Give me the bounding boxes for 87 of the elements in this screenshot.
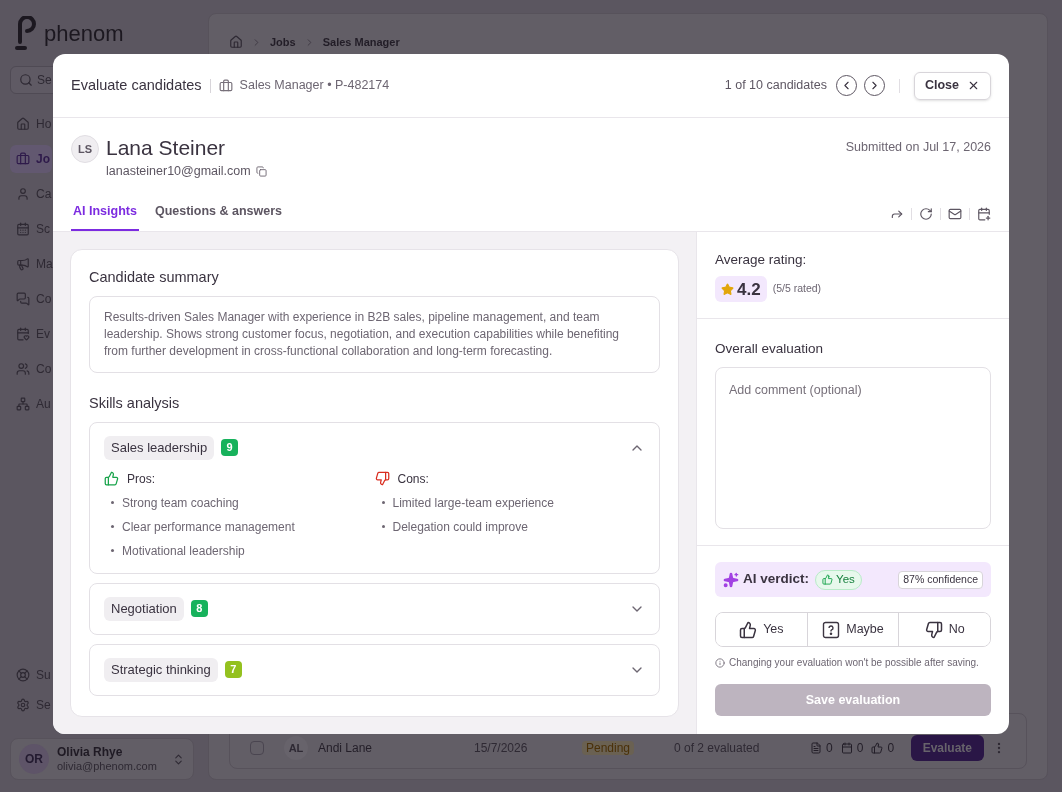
megaphone-icon (16, 257, 30, 271)
list-item: Motivational leadership (122, 542, 245, 560)
section-title: Skills analysis (89, 393, 181, 413)
network-icon (16, 397, 30, 411)
bullet-icon (111, 501, 114, 504)
count-text: 0 (826, 740, 833, 757)
thumbs-up-icon (739, 620, 758, 639)
refresh-icon[interactable] (919, 207, 933, 221)
count-text: 0 (887, 740, 895, 757)
skill-tag: Sales leadership (104, 435, 215, 460)
section-title: Candidate summary (89, 268, 220, 287)
calendar-plus-icon[interactable] (977, 207, 991, 221)
calendar-heart-icon (16, 327, 30, 341)
tab[interactable]: Questions & answers (152, 202, 285, 231)
thumbs-up-icon (871, 742, 884, 754)
verdict-option[interactable]: No (898, 613, 990, 646)
list-item: Strong team coaching (122, 494, 239, 512)
ai-verdict-label: AI verdict: (743, 570, 810, 589)
close-icon (967, 79, 980, 92)
bullet-icon (381, 501, 385, 504)
score-badge: 8 (190, 600, 208, 617)
breadcrumb-link[interactable]: Sales Manager (322, 34, 400, 51)
candidate-counter: 1 of 10 candidates (724, 77, 827, 95)
cons-label: Cons: (397, 470, 429, 488)
calendar-icon (840, 742, 853, 754)
section-title: Overall evaluation (715, 340, 825, 358)
chevron-icon (251, 36, 262, 48)
copy-icon[interactable] (255, 165, 267, 177)
chat-icon (16, 292, 30, 306)
rated-note: (5/5 rated) (772, 281, 822, 297)
user-avatar: OR (19, 744, 49, 774)
list-item: Delegation could improve (392, 518, 528, 536)
confidence-tag: 87% confidence (898, 570, 983, 589)
forward-icon[interactable] (890, 207, 904, 221)
settings-icon (16, 698, 30, 712)
nav-item[interactable]: Jo (10, 145, 52, 173)
close-button[interactable]: Close (913, 71, 991, 100)
count-text: 0 (856, 740, 864, 757)
mail-icon[interactable] (948, 207, 962, 221)
briefcase-icon (218, 78, 233, 93)
summary-text: Results-driven Sales Manager with experience in B2B sales, pipeline management, and team leadership. Shows strong customer focus, negotiation, and execution capabilities while benefiting from further development in cross-functional collaboration and long-term forecasting. (89, 295, 660, 373)
lifebuoy-icon (16, 668, 30, 682)
bullet-icon (381, 525, 385, 528)
user-icon (16, 187, 30, 201)
score-badge: 9 (221, 439, 239, 456)
evaluate-button[interactable]: Evaluate (910, 735, 984, 761)
logo-text: phenom (44, 19, 124, 48)
skill-tag: Strategic thinking (104, 657, 218, 682)
thumbs-up-icon (104, 471, 119, 486)
sparkles-icon (723, 571, 739, 588)
job-text: Sales Manager • P-482174 (239, 77, 390, 95)
breadcrumb-link[interactable]: Jobs (270, 34, 296, 51)
bullet-icon (111, 549, 114, 552)
question-square-icon (822, 620, 841, 639)
pros-label: Pros: (127, 470, 155, 488)
thumbs-down-icon (924, 620, 943, 639)
row-avatar: AL (284, 736, 308, 760)
info-icon (715, 657, 725, 668)
dialog-title: Evaluate candidates (71, 75, 202, 95)
row-checkbox[interactable] (250, 741, 264, 755)
chevrons-icon (172, 752, 185, 766)
submitted-date: Submitted on Jul 17, 2026 (845, 139, 991, 156)
home-icon (16, 117, 30, 131)
status-tag: Pending (582, 739, 674, 757)
skill-tag: Negotiation (104, 596, 184, 621)
section-title: Average rating: (715, 251, 808, 269)
candidate-email: lanasteiner10@gmail.com (106, 163, 251, 180)
calendar-icon (16, 222, 30, 236)
save-note: Changing your evaluation won't be possible after saving. (729, 656, 979, 670)
users-icon (16, 362, 30, 376)
rating-chip: 4.2 (715, 276, 767, 303)
score-badge: 7 (224, 661, 242, 678)
briefcase-icon (16, 152, 30, 166)
thumbs-up-icon (822, 574, 834, 585)
candidate-name: Andi Lane (318, 740, 374, 757)
verdict-tag: Yes (815, 569, 862, 590)
candidate-avatar: LS (71, 135, 99, 163)
user-name: Olivia Rhye (57, 744, 124, 760)
list-item: Limited large-team experience (392, 494, 554, 512)
thumbs-down-icon (374, 471, 390, 486)
search-icon (19, 73, 33, 87)
candidate-name: Lana Steiner (106, 135, 227, 161)
list-item: Clear performance management (122, 518, 295, 536)
document-icon (810, 742, 822, 754)
star-icon (721, 282, 734, 296)
comment-field[interactable]: Add comment (optional) (715, 367, 991, 530)
bullet-icon (111, 525, 114, 528)
